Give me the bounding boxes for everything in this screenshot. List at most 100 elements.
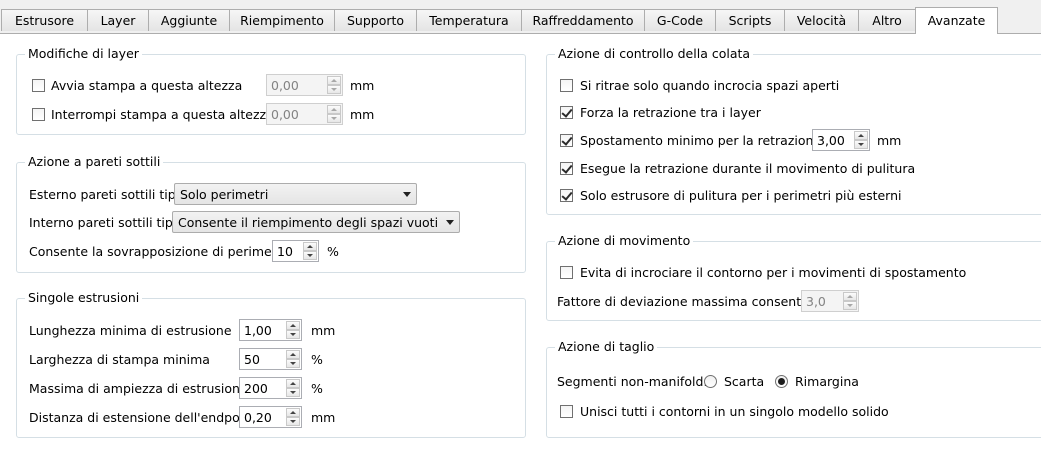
min-extrusion-length-label: Lunghezza minima di estrusione [29, 323, 232, 338]
stop-height-value: 0,00 [271, 107, 299, 122]
merge-contours-checkbox[interactable] [560, 405, 573, 418]
start-height-spinbox[interactable]: 0,00 [266, 74, 343, 96]
perimeter-overlap-unit: % [327, 244, 339, 259]
min-extrusion-length-spinbox[interactable]: 1,00 [239, 319, 302, 341]
group-single-extrusions: Singole estrusioni Lunghezza minima di e… [16, 290, 526, 438]
spin-up-icon[interactable] [327, 105, 341, 114]
start-height-label: Avvia stampa a questa altezza [51, 78, 243, 93]
tab-supporto[interactable]: Supporto [334, 9, 417, 31]
group-slicing: Azione di taglio Segmenti non-manifold: … [546, 339, 1041, 438]
perimeter-overlap-spinbox[interactable]: 10 [272, 240, 319, 262]
endpoint-extension-value: 0,20 [244, 410, 272, 425]
outer-thin-walls-value: Solo perimetri [180, 187, 269, 202]
spin-down-icon[interactable] [286, 359, 300, 368]
spin-up-icon[interactable] [854, 131, 868, 140]
outer-thin-walls-combo[interactable]: Solo perimetri [174, 183, 417, 205]
stop-height-label: Interrompi stampa a questa altezza [51, 107, 274, 122]
nonmanifold-label: Segmenti non-manifold: [557, 374, 708, 389]
chevron-down-icon [446, 220, 454, 225]
tab-scripts[interactable]: Scripts [715, 9, 785, 31]
min-travel-retract-checkbox[interactable] [560, 134, 573, 147]
tab-temperatura[interactable]: Temperatura [416, 9, 522, 31]
stop-height-spinbox[interactable]: 0,00 [266, 103, 343, 125]
min-print-width-value: 50 [244, 352, 260, 367]
tab-riempimento[interactable]: Riempimento [229, 9, 335, 31]
min-travel-retract-unit: mm [877, 133, 902, 148]
spin-up-icon[interactable] [303, 242, 317, 251]
start-height-value: 0,00 [271, 78, 299, 93]
spin-down-icon[interactable] [854, 140, 868, 149]
spin-down-icon[interactable] [327, 114, 341, 123]
group-title: Modifiche di layer [25, 46, 142, 61]
spin-down-icon[interactable] [286, 330, 300, 339]
group-ooze-control: Azione di controllo della colata Si ritr… [546, 46, 1041, 215]
merge-contours-label: Unisci tutti i contorni in un singolo mo… [580, 404, 889, 419]
spin-up-icon[interactable] [286, 350, 300, 359]
group-layer-modifications: Modifiche di layer Avvia stampa a questa… [16, 46, 526, 135]
perimeter-overlap-label: Consente la sovrapposizione di perimetro [29, 244, 290, 259]
endpoint-extension-label: Distanza di estensione dell'endpoint [29, 410, 257, 425]
force-retract-layer-checkbox[interactable] [560, 106, 573, 119]
min-print-width-spinbox[interactable]: 50 [239, 348, 302, 370]
tab-aggiunte[interactable]: Aggiunte [148, 9, 230, 31]
group-title: Azione di controllo della colata [555, 46, 754, 61]
min-travel-retract-spinbox[interactable]: 3,00 [812, 129, 870, 151]
spin-up-icon[interactable] [843, 292, 857, 301]
endpoint-extension-unit: mm [311, 410, 336, 425]
nonmanifold-repair-radio[interactable] [775, 375, 788, 388]
min-print-width-unit: % [311, 352, 323, 367]
start-height-unit: mm [350, 78, 375, 93]
group-title: Singole estrusioni [25, 290, 143, 305]
max-extrusion-width-label: Massima di ampiezza di estrusione [29, 381, 248, 396]
group-thin-walls: Azione a pareti sottili Esterno pareti s… [16, 154, 526, 273]
start-height-checkbox[interactable] [32, 79, 45, 92]
settings-panel: Modifiche di layer Avvia stampa a questa… [0, 33, 1041, 467]
endpoint-extension-spinbox[interactable]: 0,20 [239, 406, 302, 428]
group-title: Azione di taglio [555, 339, 658, 354]
max-extrusion-width-unit: % [311, 381, 323, 396]
max-deviation-value: 3,0 [806, 294, 826, 309]
min-print-width-label: Larghezza di stampa minima [29, 352, 210, 367]
nonmanifold-discard-radio[interactable] [704, 375, 717, 388]
stop-height-unit: mm [350, 107, 375, 122]
tab-velocita[interactable]: Velocità [784, 9, 859, 31]
tab-estrusore[interactable]: Estrusore [1, 9, 88, 31]
spin-up-icon[interactable] [286, 408, 300, 417]
wipe-outer-perimeters-checkbox[interactable] [560, 189, 573, 202]
tab-layer[interactable]: Layer [87, 9, 149, 31]
spin-down-icon[interactable] [286, 388, 300, 397]
max-deviation-label: Fattore di deviazione massima consentita [557, 294, 818, 309]
retract-open-spaces-label: Si ritrae solo quando incrocia spazi ape… [580, 78, 840, 93]
group-title: Azione di movimento [555, 233, 694, 248]
retract-open-spaces-checkbox[interactable] [560, 79, 573, 92]
min-travel-retract-value: 3,00 [817, 133, 845, 148]
retract-while-wiping-label: Esegue la retrazione durante il moviment… [580, 161, 916, 176]
spin-up-icon[interactable] [327, 76, 341, 85]
nonmanifold-repair-label: Rimargina [795, 374, 859, 389]
inner-thin-walls-combo[interactable]: Consente il riempimento degli spazi vuot… [172, 211, 460, 233]
perimeter-overlap-value: 10 [277, 244, 293, 259]
spin-up-icon[interactable] [286, 321, 300, 330]
tab-altro[interactable]: Altro [858, 9, 916, 31]
spin-down-icon[interactable] [286, 417, 300, 426]
spin-up-icon[interactable] [286, 379, 300, 388]
force-retract-layer-label: Forza la retrazione tra i layer [580, 105, 761, 120]
spin-down-icon[interactable] [303, 251, 317, 260]
min-extrusion-length-value: 1,00 [244, 323, 272, 338]
group-movement: Azione di movimento Evita di incrociare … [546, 233, 1041, 321]
tab-gcode[interactable]: G-Code [644, 9, 716, 31]
spin-down-icon[interactable] [843, 301, 857, 310]
max-extrusion-width-spinbox[interactable]: 200 [239, 377, 302, 399]
wipe-outer-perimeters-label: Solo estrusore di pulitura per i perimet… [580, 188, 902, 203]
tab-avanzate[interactable]: Avanzate [915, 7, 998, 34]
group-title: Azione a pareti sottili [25, 154, 164, 169]
retract-while-wiping-checkbox[interactable] [560, 162, 573, 175]
min-extrusion-length-unit: mm [311, 323, 336, 338]
avoid-crossing-perimeters-checkbox[interactable] [560, 266, 573, 279]
stop-height-checkbox[interactable] [32, 108, 45, 121]
max-deviation-spinbox[interactable]: 3,0 [801, 290, 859, 312]
spin-down-icon[interactable] [327, 85, 341, 94]
avoid-crossing-perimeters-label: Evita di incrociare il contorno per i mo… [580, 265, 967, 280]
tab-raffreddamento[interactable]: Raffreddamento [521, 9, 645, 31]
max-extrusion-width-value: 200 [244, 381, 268, 396]
